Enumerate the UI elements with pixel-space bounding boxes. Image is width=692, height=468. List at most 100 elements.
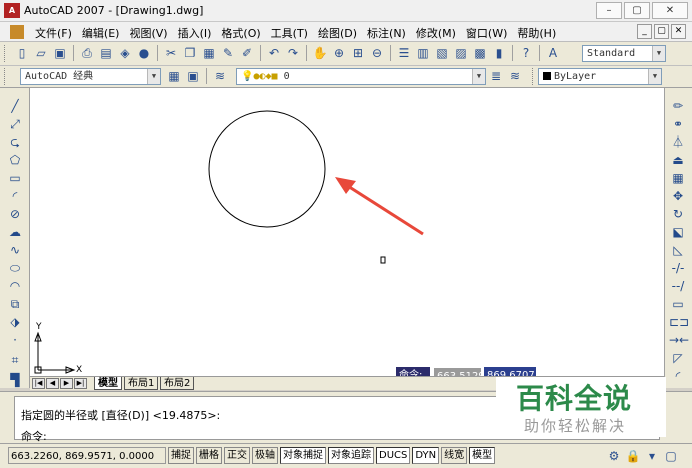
- drawing-canvas[interactable]: Y X 命令: 663.5129 869.6707: [30, 88, 664, 376]
- first-tab-icon[interactable]: |◀: [32, 378, 45, 389]
- menu-format[interactable]: 格式(O): [216, 25, 265, 41]
- array-icon[interactable]: ▦: [669, 170, 687, 186]
- circle-icon[interactable]: ⊘: [6, 206, 24, 222]
- menu-help[interactable]: 帮助(H): [512, 25, 561, 41]
- communication-center-icon[interactable]: ⚙: [606, 448, 622, 464]
- gradient-icon[interactable]: ▜: [6, 372, 24, 388]
- cursor-coordinates[interactable]: 663.2260, 869.9571, 0.0000: [8, 447, 166, 464]
- polygon-icon[interactable]: ⬠: [6, 152, 24, 168]
- toolbar-grip[interactable]: [4, 68, 7, 85]
- text-style-icon[interactable]: A: [545, 45, 561, 61]
- properties-icon[interactable]: ☰: [396, 45, 412, 61]
- command-prompt-line[interactable]: 命令:: [21, 428, 47, 444]
- make-layer-current-icon[interactable]: ≣: [488, 68, 504, 84]
- trim-icon[interactable]: -/-: [669, 260, 687, 276]
- zoom-previous-icon[interactable]: ⊖: [369, 45, 385, 61]
- copy-icon[interactable]: ❐: [182, 45, 198, 61]
- layer-properties-icon[interactable]: ≋: [212, 68, 228, 84]
- clean-screen-icon[interactable]: ▢: [663, 448, 679, 464]
- menu-insert[interactable]: 插入(I): [173, 25, 217, 41]
- new-file-icon[interactable]: ▯: [14, 45, 30, 61]
- menu-modify[interactable]: 修改(M): [411, 25, 461, 41]
- tab-layout1[interactable]: 布局1: [124, 377, 159, 390]
- workspace-settings-icon[interactable]: ▦: [166, 68, 182, 84]
- grid-toggle[interactable]: 栅格: [196, 447, 222, 464]
- extend-icon[interactable]: --/: [669, 278, 687, 294]
- publish-web-icon[interactable]: ●: [136, 45, 152, 61]
- scale-icon[interactable]: ⬕: [669, 224, 687, 240]
- point-icon[interactable]: ·: [6, 332, 24, 348]
- break-at-point-icon[interactable]: ▭: [669, 296, 687, 312]
- calculator-icon[interactable]: ▮: [491, 45, 507, 61]
- close-button[interactable]: ✕: [652, 2, 688, 19]
- print-icon[interactable]: ⎙: [79, 45, 95, 61]
- construction-line-icon[interactable]: ⤢: [6, 116, 24, 132]
- publish-icon[interactable]: ◈: [117, 45, 133, 61]
- open-folder-icon[interactable]: ▱: [33, 45, 49, 61]
- lineweight-toggle[interactable]: 线宽: [441, 447, 468, 464]
- mirror-icon[interactable]: ⏃: [669, 134, 687, 150]
- autocad-app-icon[interactable]: A: [4, 3, 20, 18]
- menu-edit[interactable]: 编辑(E): [77, 25, 125, 41]
- spline-icon[interactable]: ∿: [6, 242, 24, 258]
- dyn-toggle[interactable]: DYN: [412, 447, 440, 464]
- redo-icon[interactable]: ↷: [285, 45, 301, 61]
- osnap-toggle[interactable]: 对象捕捉: [280, 447, 326, 464]
- lock-icon[interactable]: 🔒: [625, 448, 641, 464]
- dynamic-input-x-field[interactable]: 663.5129: [433, 367, 485, 376]
- match-properties-icon[interactable]: ✎: [220, 45, 236, 61]
- ducs-toggle[interactable]: DUCS: [376, 447, 411, 464]
- snap-toggle[interactable]: 捕捉: [168, 447, 194, 464]
- save-icon[interactable]: ▣: [52, 45, 68, 61]
- ellipse-arc-icon[interactable]: ◠: [6, 278, 24, 294]
- help-icon[interactable]: ?: [518, 45, 534, 61]
- prev-tab-icon[interactable]: ◀: [46, 378, 59, 389]
- ortho-toggle[interactable]: 正交: [224, 447, 250, 464]
- menu-view[interactable]: 视图(V): [124, 25, 172, 41]
- rectangle-icon[interactable]: ▭: [6, 170, 24, 186]
- arc-icon[interactable]: ◜: [6, 188, 24, 204]
- sheet-set-icon[interactable]: ▨: [453, 45, 469, 61]
- menu-dimension[interactable]: 标注(N): [362, 25, 411, 41]
- menu-tools[interactable]: 工具(T): [266, 25, 313, 41]
- chamfer-icon[interactable]: ◸: [669, 350, 687, 366]
- workspace-save-icon[interactable]: ▣: [185, 68, 201, 84]
- otrack-toggle[interactable]: 对象追踪: [328, 447, 374, 464]
- paste-icon[interactable]: ▦: [201, 45, 217, 61]
- layer-previous-icon[interactable]: ≋: [507, 68, 523, 84]
- layer-select[interactable]: 💡●◐◆■ 0 ▼: [236, 68, 486, 85]
- break-icon[interactable]: ⊏⊐: [669, 314, 689, 330]
- block-editor-icon[interactable]: ✐: [239, 45, 255, 61]
- toolbar-grip[interactable]: [532, 68, 535, 85]
- model-space-toggle[interactable]: 模型: [469, 447, 496, 464]
- make-block-icon[interactable]: ⬗: [6, 314, 24, 330]
- erase-icon[interactable]: ✏: [669, 98, 687, 114]
- zoom-realtime-icon[interactable]: ⊕: [331, 45, 347, 61]
- zoom-window-icon[interactable]: ⊞: [350, 45, 366, 61]
- ellipse-icon[interactable]: ⬭: [6, 260, 24, 276]
- plot-preview-icon[interactable]: ▤: [98, 45, 114, 61]
- insert-block-icon[interactable]: ⧉: [6, 296, 24, 312]
- design-center-icon[interactable]: ▥: [415, 45, 431, 61]
- menu-draw[interactable]: 绘图(D): [313, 25, 362, 41]
- undo-icon[interactable]: ↶: [266, 45, 282, 61]
- chevron-down-icon[interactable]: ▾: [644, 448, 660, 464]
- tab-model[interactable]: 模型: [94, 377, 122, 390]
- revision-cloud-icon[interactable]: ☁: [6, 224, 24, 240]
- offset-icon[interactable]: ⏏: [669, 152, 687, 168]
- move-icon[interactable]: ✥: [669, 188, 687, 204]
- text-style-select[interactable]: Standard ▼: [582, 45, 666, 62]
- menu-file[interactable]: 文件(F): [30, 25, 77, 41]
- polyline-icon[interactable]: ⮎: [6, 134, 24, 150]
- join-icon[interactable]: →←: [669, 332, 689, 348]
- stretch-icon[interactable]: ◺: [669, 242, 687, 258]
- copy-object-icon[interactable]: ⚭: [669, 116, 687, 132]
- doc-minimize-button[interactable]: _: [637, 24, 652, 39]
- hatch-icon[interactable]: ⌗: [6, 352, 24, 368]
- fillet-icon[interactable]: ◜: [669, 368, 687, 384]
- pan-icon[interactable]: ✋: [312, 45, 328, 61]
- document-icon[interactable]: [10, 25, 24, 39]
- tab-layout2[interactable]: 布局2: [160, 377, 195, 390]
- menu-window[interactable]: 窗口(W): [461, 25, 512, 41]
- workspace-select[interactable]: AutoCAD 经典 ▼: [20, 68, 161, 85]
